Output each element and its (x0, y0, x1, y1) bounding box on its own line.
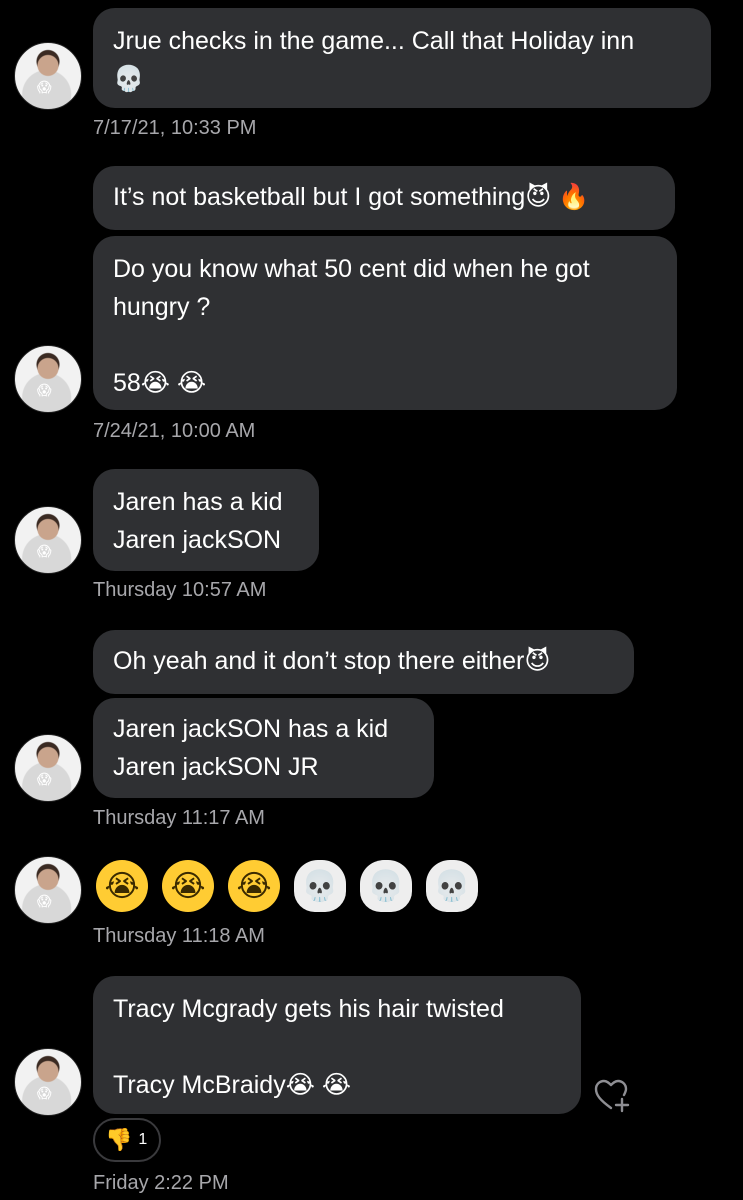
message-bubble[interactable]: Jaren has a kid Jaren jackSON (93, 469, 319, 571)
heart-plus-icon[interactable] (594, 1078, 630, 1114)
crying-emoji: 😭 (96, 860, 148, 912)
thumbs-down-icon: 👎 (105, 1127, 133, 1153)
avatar[interactable]: 😱 (14, 734, 82, 802)
reaction-count: 1 (138, 1131, 148, 1148)
message-text: Oh yeah and it don’t stop there either😈 (113, 647, 551, 675)
message-bubble[interactable]: Tracy Mcgrady gets his hair twisted Trac… (93, 976, 581, 1114)
message-text: Jaren jackSON has a kid Jaren jackSON JR (113, 715, 389, 781)
reaction-pill[interactable]: 👎 1 (93, 1118, 161, 1162)
message-text: Do you know what 50 cent did when he got… (113, 255, 590, 397)
message-bubble[interactable]: Jrue checks in the game... Call that Hol… (93, 8, 711, 108)
avatar-badge: 😱 (37, 772, 52, 788)
avatar-badge: 😱 (37, 80, 52, 96)
avatar[interactable]: 😱 (14, 345, 82, 413)
message-text: It’s not basketball but I got something😈… (113, 183, 590, 211)
message-bubble[interactable]: Oh yeah and it don’t stop there either😈 (93, 630, 634, 694)
timestamp: Thursday 11:18 AM (93, 925, 265, 947)
avatar[interactable]: 😱 (14, 506, 82, 574)
message-bubble[interactable]: It’s not basketball but I got something😈… (93, 166, 675, 230)
message-text: Jaren has a kid Jaren jackSON (113, 488, 283, 554)
timestamp: 7/24/21, 10:00 AM (93, 420, 256, 442)
message-bubble[interactable]: Do you know what 50 cent did when he got… (93, 236, 677, 410)
skull-emoji: 💀 (360, 860, 412, 912)
avatar[interactable]: 😱 (14, 856, 82, 924)
avatar-badge: 😱 (37, 544, 52, 560)
avatar-badge: 😱 (37, 1086, 52, 1102)
emoji-message[interactable]: 😭 😭 😭 💀 💀 💀 (96, 860, 478, 912)
timestamp: Thursday 10:57 AM (93, 579, 267, 601)
skull-emoji: 💀 (294, 860, 346, 912)
message-text: Tracy Mcgrady gets his hair twisted Trac… (113, 995, 504, 1099)
crying-emoji: 😭 (228, 860, 280, 912)
timestamp: Friday 2:22 PM (93, 1172, 229, 1194)
avatar-badge: 😱 (37, 894, 52, 910)
avatar-badge: 😱 (37, 383, 52, 399)
timestamp: Thursday 11:17 AM (93, 807, 265, 829)
skull-emoji: 💀 (426, 860, 478, 912)
message-bubble[interactable]: Jaren jackSON has a kid Jaren jackSON JR (93, 698, 434, 798)
message-text: Jrue checks in the game... Call that Hol… (113, 27, 635, 93)
crying-emoji: 😭 (162, 860, 214, 912)
avatar[interactable]: 😱 (14, 1048, 82, 1116)
avatar[interactable]: 😱 (14, 42, 82, 110)
timestamp: 7/17/21, 10:33 PM (93, 117, 257, 139)
